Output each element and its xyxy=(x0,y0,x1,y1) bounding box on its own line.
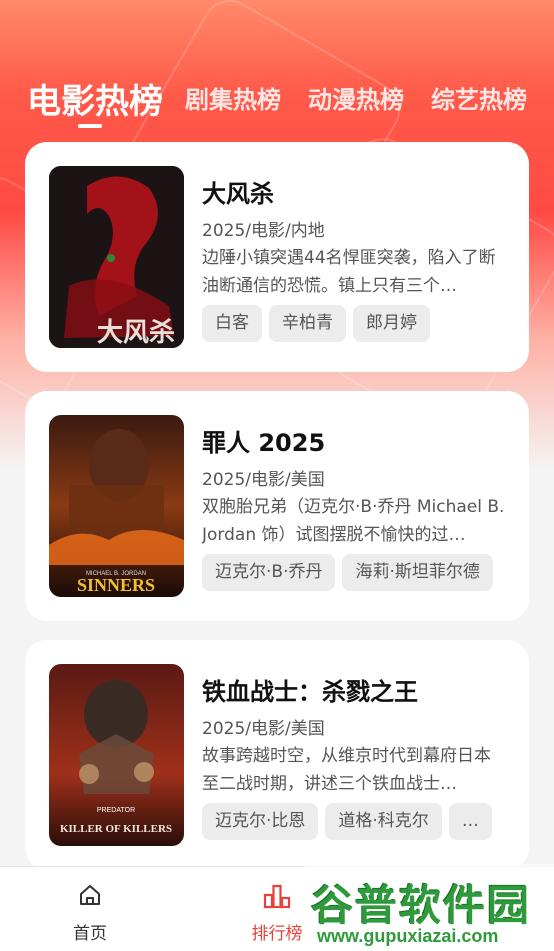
nav-home-label: 首页 xyxy=(73,924,107,944)
tab-anime[interactable]: 动漫热榜 xyxy=(308,80,404,115)
movie-meta: 2025/电影/美国 xyxy=(202,470,325,490)
cast-tag[interactable]: 白客 xyxy=(202,305,262,342)
cast-tag[interactable]: 海莉·斯坦菲尔德 xyxy=(342,554,493,591)
movie-description: 故事跨越时空，从维京时代到幕府日本至二战时期，讲述三个铁血战士… xyxy=(202,746,491,794)
poster-title: SINNERS xyxy=(77,575,155,595)
movie-title: 大风杀 xyxy=(202,180,274,208)
cast-tag[interactable]: 迈克尔·比恩 xyxy=(202,803,319,840)
cast-tags: 白客 辛柏青 郎月婷 xyxy=(202,305,430,342)
tab-series[interactable]: 剧集热榜 xyxy=(185,80,281,115)
movie-poster: MICHAEL B. JORDAN SINNERS xyxy=(49,415,184,597)
cast-tags: 迈克尔·比恩 道格·科克尔 … xyxy=(202,803,492,840)
cast-tag[interactable]: 迈克尔·B·乔丹 xyxy=(202,554,336,591)
more-tag[interactable]: … xyxy=(448,803,492,840)
home-icon xyxy=(78,883,102,911)
cast-tag[interactable]: 郎月婷 xyxy=(353,305,430,342)
tab-indicator xyxy=(78,124,102,128)
movie-description: 双胞胎兄弟（迈克尔·B·乔丹 Michael B. Jordan 饰）试图摆脱不… xyxy=(202,497,505,545)
movie-card[interactable]: MICHAEL B. JORDAN SINNERS 罪人 2025 2025/电… xyxy=(25,391,529,621)
cast-tag[interactable]: 辛柏青 xyxy=(269,305,346,342)
movie-title: 罪人 2025 xyxy=(202,429,326,457)
movie-poster: 大风杀 xyxy=(49,166,184,348)
tab-movies[interactable]: 电影热榜 xyxy=(27,74,163,123)
poster-credit: PREDATOR xyxy=(97,807,135,814)
cast-tag[interactable]: 道格·科克尔 xyxy=(325,803,442,840)
watermark-text: 谷普软件园 xyxy=(311,881,532,930)
movie-card[interactable]: PREDATOR KILLER OF KILLERS 铁血战士：杀戮之王 202… xyxy=(25,640,529,870)
tab-variety[interactable]: 综艺热榜 xyxy=(431,80,527,115)
watermark-url: www.gupuxiazai.com xyxy=(317,926,499,946)
movie-card[interactable]: 大风杀 大风杀 2025/电影/内地 边陲小镇突遇44名悍匪突袭，陷入了断油断通… xyxy=(25,142,529,372)
movie-description: 边陲小镇突遇44名悍匪突袭，陷入了断油断通信的恐慌。镇上只有三个… xyxy=(202,248,496,296)
movie-poster: PREDATOR KILLER OF KILLERS xyxy=(49,664,184,846)
movie-meta: 2025/电影/美国 xyxy=(202,719,325,739)
movie-title: 铁血战士：杀戮之王 xyxy=(202,678,418,706)
movie-meta: 2025/电影/内地 xyxy=(202,221,325,241)
poster-title: 大风杀 xyxy=(97,317,175,348)
cast-tags: 迈克尔·B·乔丹 海莉·斯坦菲尔德 xyxy=(202,554,493,591)
nav-home[interactable]: 首页 xyxy=(30,867,150,951)
poster-title: KILLER OF KILLERS xyxy=(60,823,172,835)
watermark: 谷普软件园 www.gupuxiazai.com xyxy=(305,864,554,951)
chart-bar-icon xyxy=(263,883,291,913)
